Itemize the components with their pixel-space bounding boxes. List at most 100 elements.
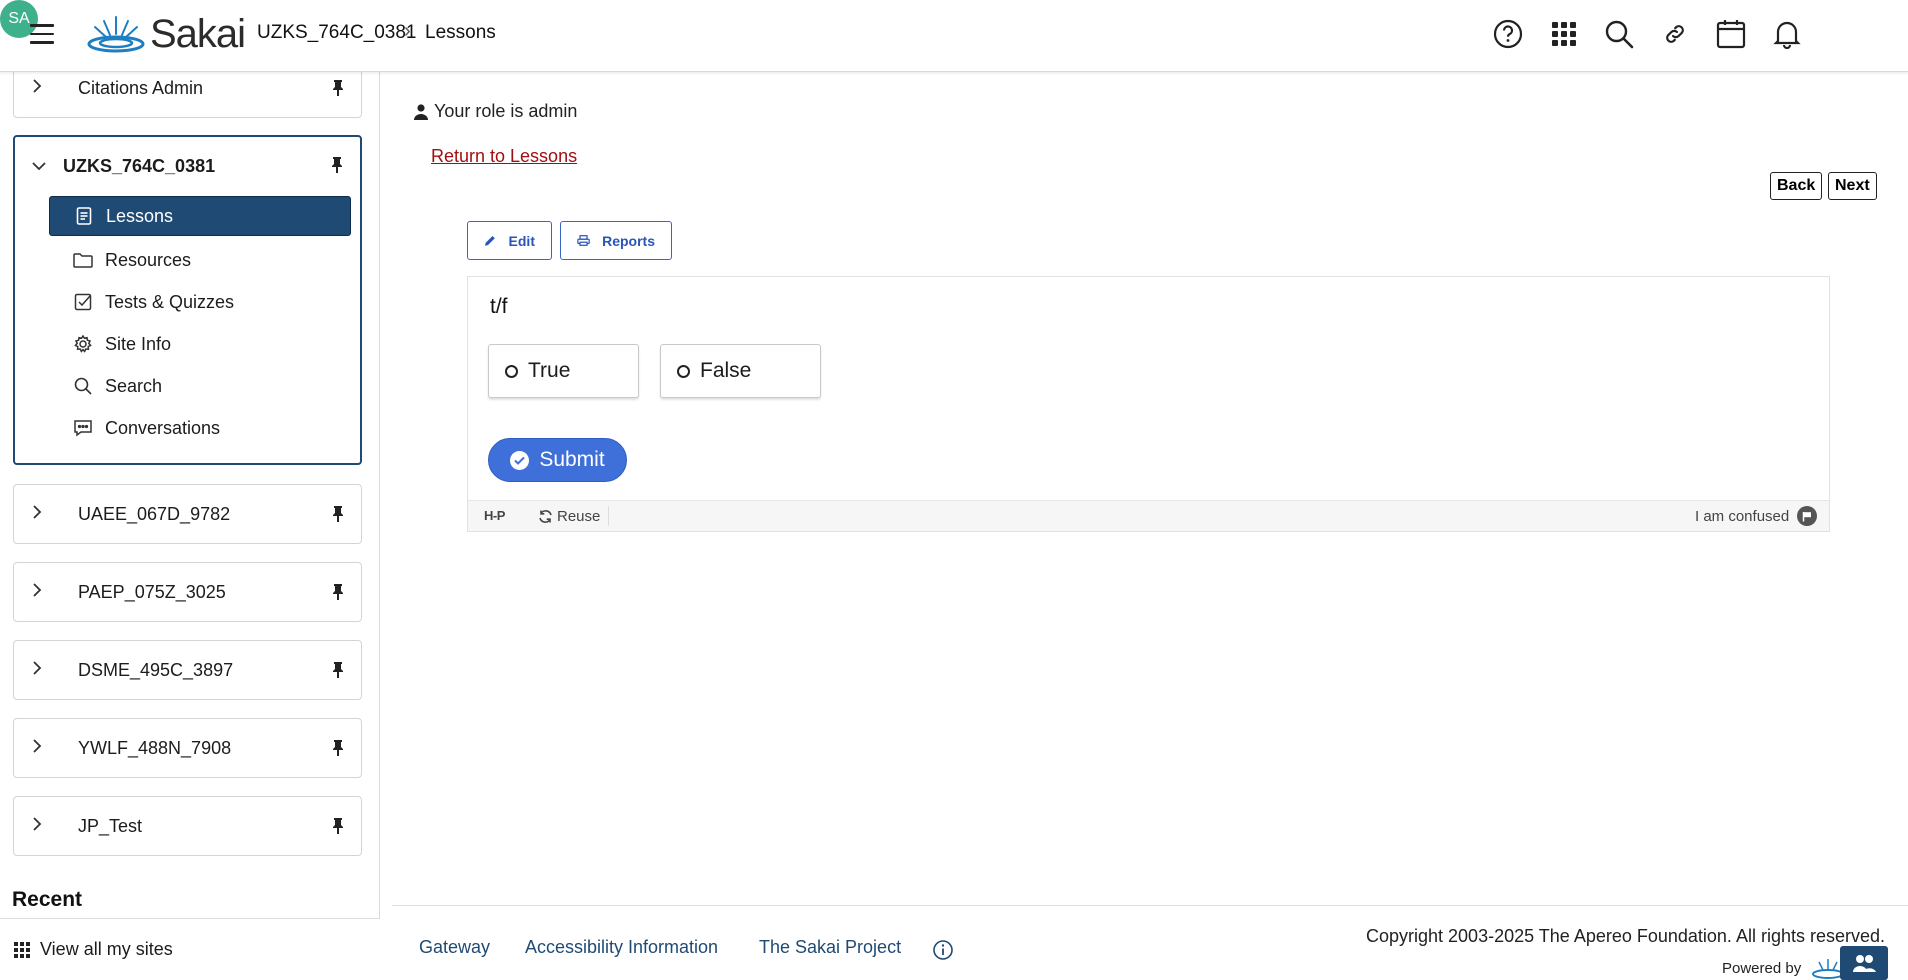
checkbox-icon <box>73 292 93 312</box>
back-button[interactable]: Back <box>1770 172 1823 200</box>
tool-search[interactable]: Search <box>49 366 350 406</box>
pencil-icon <box>484 235 495 246</box>
copyright-text: Copyright 2003-2025 The Apereo Foundatio… <box>1366 926 1885 946</box>
pin-icon[interactable] <box>331 505 345 523</box>
h5p-logo[interactable]: H-P <box>484 508 505 523</box>
submit-label: Submit <box>539 448 605 471</box>
answer-label: False <box>700 359 752 382</box>
tool-site-info[interactable]: Site Info <box>49 324 350 364</box>
site-row[interactable]: UAEE_067D_9782 <box>14 485 361 543</box>
confused-label: I am confused <box>1695 507 1790 525</box>
site-name: JP_Test <box>78 815 143 836</box>
breadcrumb-separator: › <box>404 20 411 42</box>
answer-false[interactable]: False <box>660 344 821 398</box>
footer-divider <box>392 905 1908 906</box>
apps-grid-icon[interactable] <box>1546 16 1582 52</box>
pin-icon[interactable] <box>331 583 345 601</box>
tool-lessons[interactable]: Lessons <box>49 196 351 236</box>
folder-icon <box>73 250 93 270</box>
confused-button[interactable]: I am confused <box>1695 506 1818 526</box>
view-all-sites-button[interactable]: View all my sites <box>0 918 380 980</box>
tool-label: Conversations <box>105 417 221 438</box>
site-card[interactable]: PAEP_075Z_3025 <box>13 562 362 622</box>
gear-icon <box>73 334 93 354</box>
site-name: Citations Admin <box>78 77 204 98</box>
pin-icon[interactable] <box>331 661 345 679</box>
footer-link-sakai-project[interactable]: The Sakai Project <box>759 937 901 958</box>
view-all-label: View all my sites <box>40 939 173 959</box>
tool-label: Resources <box>105 249 192 270</box>
site-card[interactable]: DSME_495C_3897 <box>13 640 362 700</box>
reports-label: Reports <box>602 232 655 249</box>
site-card[interactable]: JP_Test <box>13 796 362 856</box>
site-card[interactable]: UAEE_067D_9782 <box>13 484 362 544</box>
radio-icon <box>677 364 690 378</box>
tool-label: Search <box>105 375 163 396</box>
powered-by: Powered by <box>1722 956 1845 980</box>
submit-button[interactable]: Submit <box>488 438 627 482</box>
return-to-lessons-link[interactable]: Return to Lessons <box>431 146 577 167</box>
tool-conversations[interactable]: Conversations <box>49 408 350 448</box>
calendar-icon[interactable] <box>1713 16 1749 52</box>
flag-icon <box>1797 506 1818 526</box>
reports-button[interactable]: Reports <box>560 221 672 260</box>
tool-tests-quizzes[interactable]: Tests & Quizzes <box>49 282 350 322</box>
search-icon <box>73 376 93 396</box>
answer-true[interactable]: True <box>488 344 639 398</box>
apps-grid-icon <box>14 941 30 958</box>
chevron-down-icon <box>31 158 46 175</box>
h5p-action-bar <box>468 500 1829 531</box>
site-row[interactable]: PAEP_075Z_3025 <box>14 563 361 621</box>
recent-heading: Recent <box>12 888 83 911</box>
top-header: Sakai UZKS_764C_0381 › Lessons SA <box>0 0 1908 72</box>
powered-by-label: Powered by <box>1722 959 1802 977</box>
pin-icon[interactable] <box>330 156 344 174</box>
edit-label: Edit <box>508 232 535 249</box>
search-icon[interactable] <box>1601 16 1637 52</box>
site-card[interactable]: YWLF_488N_7908 <box>13 718 362 778</box>
tool-label: Tests & Quizzes <box>105 291 235 312</box>
site-name: UZKS_764C_0381 <box>63 155 216 176</box>
breadcrumb-site[interactable]: UZKS_764C_0381 <box>257 22 417 44</box>
site-name: PAEP_075Z_3025 <box>78 581 226 602</box>
site-row[interactable]: JP_Test <box>14 797 361 855</box>
sakai-logo[interactable]: Sakai <box>86 11 246 56</box>
sakai-logo-icon <box>87 16 145 53</box>
reuse-label: Reuse <box>557 507 601 525</box>
breadcrumb-page: Lessons <box>425 22 496 43</box>
site-row[interactable]: UZKS_764C_0381 <box>15 137 360 195</box>
h5p-container <box>467 276 1830 532</box>
reuse-button[interactable]: Reuse <box>538 506 610 526</box>
site-row[interactable]: DSME_495C_3897 <box>14 641 361 699</box>
chat-icon <box>73 418 93 438</box>
bell-icon[interactable] <box>1769 16 1805 52</box>
footer-link-accessibility[interactable]: Accessibility Information <box>525 937 718 958</box>
site-name: UAEE_067D_9782 <box>78 503 231 524</box>
footer-link-gateway[interactable]: Gateway <box>419 937 490 958</box>
link-icon[interactable] <box>1657 16 1693 52</box>
tool-label: Site Info <box>105 333 172 354</box>
chevron-right-icon <box>32 582 46 602</box>
pin-icon[interactable] <box>331 739 345 757</box>
refresh-icon <box>539 509 552 523</box>
user-icon <box>414 103 428 120</box>
radio-icon <box>505 364 518 378</box>
help-widget-button[interactable] <box>1840 946 1888 980</box>
info-icon[interactable] <box>932 939 954 961</box>
role-text: Your role is admin <box>434 101 578 121</box>
pin-icon[interactable] <box>331 817 345 835</box>
check-circle-icon <box>510 450 530 470</box>
tool-resources[interactable]: Resources <box>49 240 350 280</box>
edit-button[interactable]: Edit <box>467 221 552 260</box>
logo-text: Sakai <box>150 11 246 56</box>
question-text: t/f <box>490 295 508 318</box>
pin-icon[interactable] <box>331 79 345 97</box>
next-button[interactable]: Next <box>1828 172 1877 200</box>
help-icon[interactable] <box>1490 16 1526 52</box>
chevron-right-icon <box>32 78 46 98</box>
site-row[interactable]: YWLF_488N_7908 <box>14 719 361 777</box>
hamburger-menu-icon[interactable] <box>30 20 58 48</box>
chevron-right-icon <box>32 504 46 524</box>
print-icon <box>577 235 590 246</box>
sidebar: Citations Admin UZKS_764C_0381 Lessons R… <box>0 58 380 980</box>
